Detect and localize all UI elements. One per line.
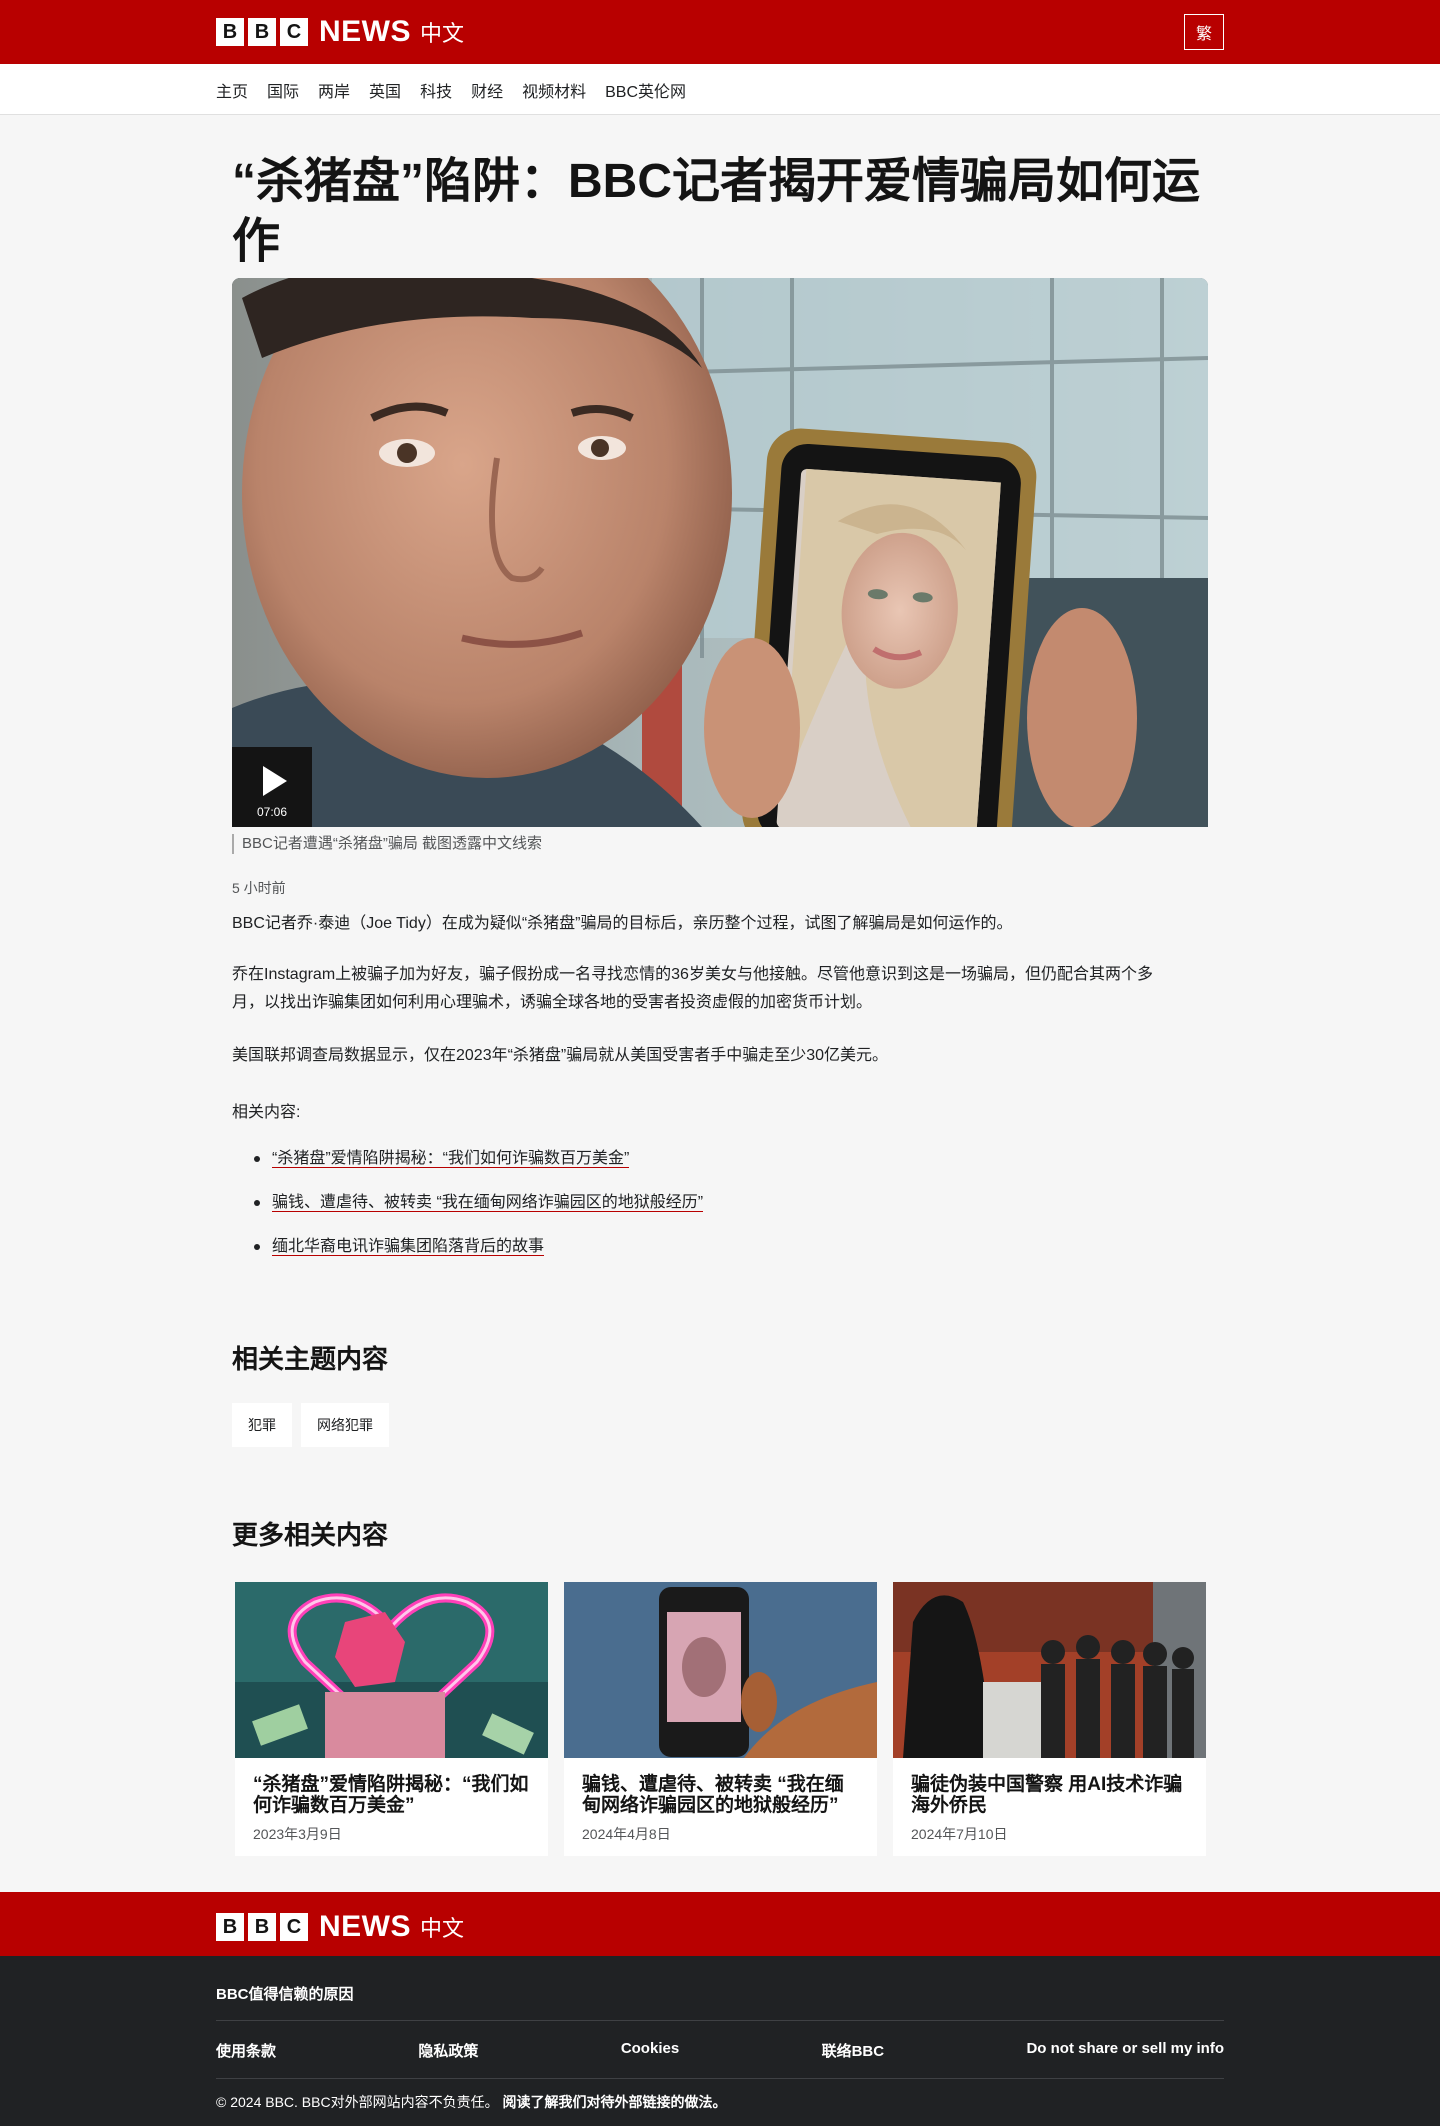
more-content-cards: “杀猪盘”爱情陷阱揭秘：“我们如何诈骗数百万美金” 2023年3月9日 骗钱、遭… (235, 1582, 1206, 1856)
related-link-text: 骗钱、遭虐待、被转卖 “我在缅甸网络诈骗园区的地狱般经历” (272, 1194, 704, 1211)
topics-heading: 相关主题内容 (232, 1344, 389, 1374)
nav-item-finance[interactable]: 财经 (471, 78, 503, 102)
topic-tags: 犯罪 网络犯罪 (232, 1403, 389, 1447)
external-links-policy-link[interactable]: 阅读了解我们对待外部链接的做法。 (502, 2094, 726, 2110)
article-timestamp: 5 小时前 (232, 880, 286, 896)
story-card[interactable]: 骗徒伪装中国警察 用AI技术诈骗海外侨民 2024年7月10日 (893, 1582, 1206, 1856)
related-links-list: “杀猪盘”爱情陷阱揭秘：“我们如何诈骗数百万美金” 骗钱、遭虐待、被转卖 “我在… (254, 1148, 704, 1280)
article-paragraph: 美国联邦调查局数据显示，仅在2023年“杀猪盘”骗局就从美国受害者手中骗走至少3… (232, 1047, 889, 1064)
related-link[interactable]: 缅北华裔电讯诈骗集团陷落背后的故事 (272, 1238, 545, 1256)
news-wordmark: NEWS (319, 15, 411, 48)
related-link[interactable]: “杀猪盘”爱情陷阱揭秘：“我们如何诈骗数百万美金” (272, 1150, 630, 1168)
play-video-button[interactable]: 07:06 (232, 747, 312, 827)
list-item: 缅北华裔电讯诈骗集团陷落背后的故事 (254, 1236, 703, 1258)
news-wordmark: NEWS (319, 1910, 411, 1943)
related-link[interactable]: 骗钱、遭虐待、被转卖 “我在缅甸网络诈骗园区的地狱般经历” (272, 1194, 704, 1212)
language-label: 中文 (420, 1916, 465, 1941)
footer-link-contact[interactable]: 联络BBC (822, 2040, 885, 2061)
related-content-label: 相关内容: (232, 1104, 301, 1121)
topic-tag-crime[interactable]: 犯罪 (232, 1403, 292, 1447)
bbc-blocks: B B C (216, 18, 308, 46)
story-title: “杀猪盘”爱情陷阱揭秘：“我们如何诈骗数百万美金” (253, 1774, 529, 1816)
copyright-text: © 2024 BBC. BBC对外部网站内容不负责任。 (216, 2094, 499, 2110)
footer-brand-bar: B B C NEWS 中文 (0, 1892, 1440, 1956)
list-item: 骗钱、遭虐待、被转卖 “我在缅甸网络诈骗园区的地狱般经历” (254, 1192, 704, 1214)
footer-links: 使用条款 隐私政策 Cookies 联络BBC Do not share or … (216, 2040, 1224, 2061)
hero-video-thumbnail[interactable] (232, 278, 1208, 827)
page-title: “杀猪盘”陷阱：BBC记者揭开爱情骗局如何运作 (232, 155, 1200, 268)
hero-image (232, 278, 1208, 827)
story-card[interactable]: “杀猪盘”爱情陷阱揭秘：“我们如何诈骗数百万美金” 2023年3月9日 (235, 1582, 548, 1856)
story-thumbnail (235, 1582, 548, 1758)
topic-tag-cybercrime[interactable]: 网络犯罪 (301, 1403, 389, 1447)
bbc-blocks: B B C (216, 1913, 308, 1941)
story-title: 骗徒伪装中国警察 用AI技术诈骗海外侨民 (911, 1774, 1183, 1816)
image-caption: BBC记者遭遇“杀猪盘”骗局 截图透露中文线索 (232, 834, 542, 854)
bbc-letter: C (280, 18, 308, 46)
footer-link-cookies[interactable]: Cookies (621, 2040, 679, 2061)
nav-item-international[interactable]: 国际 (267, 78, 299, 102)
nav-item-uk[interactable]: 英国 (369, 78, 401, 102)
play-icon (263, 766, 287, 796)
footer-divider (216, 2078, 1224, 2079)
bbc-news-logo[interactable]: B B C NEWS 中文 (216, 15, 464, 49)
main-nav: 主页 国际 两岸 英国 科技 财经 视频材料 BBC英伦网 (0, 64, 1440, 115)
story-card[interactable]: 骗钱、遭虐待、被转卖 “我在缅甸网络诈骗园区的地狱般经历” 2024年4月8日 (564, 1582, 877, 1856)
story-title: 骗钱、遭虐待、被转卖 “我在缅甸网络诈骗园区的地狱般经历” (582, 1774, 844, 1816)
footer-link-do-not-sell[interactable]: Do not share or sell my info (1026, 2040, 1224, 2061)
related-link-text: “杀猪盘”爱情陷阱揭秘：“我们如何诈骗数百万美金” (272, 1150, 630, 1167)
site-header: B B C NEWS 中文 繁 (0, 0, 1440, 64)
language-label: 中文 (420, 21, 465, 46)
related-link-text: 缅北华裔电讯诈骗集团陷落背后的故事 (272, 1238, 545, 1255)
bbc-letter: B (216, 1913, 244, 1941)
nav-item-tech[interactable]: 科技 (420, 78, 452, 102)
article-paragraph: BBC记者乔·泰迪（Joe Tidy）在成为疑似“杀猪盘”骗局的目标后，亲历整个… (232, 915, 1013, 932)
nav-item-bbc-ukchina[interactable]: BBC英伦网 (605, 78, 686, 102)
more-content-heading: 更多相关内容 (232, 1520, 389, 1550)
bbc-letter: B (248, 1913, 276, 1941)
story-thumbnail (893, 1582, 1206, 1758)
bbc-letter: B (248, 18, 276, 46)
footer-bbc-news-logo[interactable]: B B C NEWS 中文 (216, 1910, 464, 1944)
bbc-letter: B (216, 18, 244, 46)
story-date: 2023年3月9日 (253, 1826, 342, 1842)
footer-link-terms[interactable]: 使用条款 (216, 2040, 276, 2061)
copyright: © 2024 BBC. BBC对外部网站内容不负责任。 阅读了解我们对待外部链接… (216, 2092, 726, 2112)
footer-link-privacy[interactable]: 隐私政策 (418, 2040, 478, 2061)
bbc-letter: C (280, 1913, 308, 1941)
nav-item-home[interactable]: 主页 (216, 78, 248, 102)
article-paragraph: 乔在Instagram上被骗子加为好友，骗子假扮成一名寻找恋情的36岁美女与他接… (232, 966, 1153, 1011)
story-date: 2024年7月10日 (911, 1826, 1008, 1842)
traditional-chinese-toggle[interactable]: 繁 (1184, 14, 1224, 50)
site-footer: BBC值得信赖的原因 使用条款 隐私政策 Cookies 联络BBC Do no… (0, 1956, 1440, 2126)
footer-divider (216, 2020, 1224, 2021)
video-duration: 07:06 (256, 805, 288, 819)
nav-item-cross-strait[interactable]: 两岸 (318, 78, 350, 102)
story-thumbnail (564, 1582, 877, 1758)
footer-trust-link[interactable]: BBC值得信赖的原因 (216, 1983, 354, 2004)
list-item: “杀猪盘”爱情陷阱揭秘：“我们如何诈骗数百万美金” (254, 1148, 703, 1170)
story-date: 2024年4月8日 (582, 1826, 671, 1842)
nav-item-video[interactable]: 视频材料 (522, 78, 586, 102)
